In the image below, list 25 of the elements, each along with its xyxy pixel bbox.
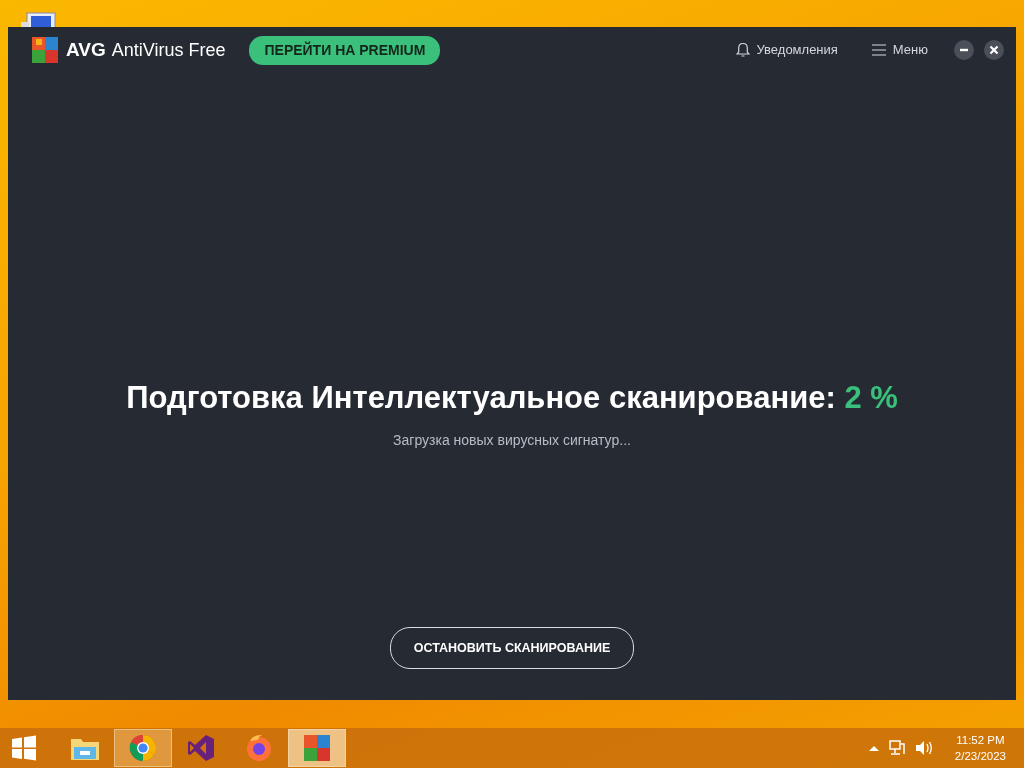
app-title: AntiVirus Free <box>111 38 226 62</box>
upgrade-button[interactable]: ПЕРЕЙТИ НА PREMIUM <box>249 35 441 65</box>
chrome-icon <box>128 733 158 763</box>
menu-button[interactable]: Меню <box>871 40 928 60</box>
infinity-icon <box>186 733 216 763</box>
scan-percent: 2 % <box>844 380 898 415</box>
logo-icon <box>302 733 332 763</box>
close-icon <box>989 45 999 55</box>
windows-logo-icon <box>11 735 37 761</box>
scan-status: Загрузка новых вирусных сигнатур... <box>393 430 631 450</box>
bell-icon <box>735 42 750 58</box>
stop-scan-button[interactable]: ОСТАНОВИТЬ СКАНИРОВАНИЕ <box>389 626 635 670</box>
notifications-button[interactable]: Уведомления <box>735 40 838 60</box>
menu-icon <box>871 44 886 56</box>
network-icon[interactable] <box>888 740 905 756</box>
close-button[interactable] <box>984 40 1004 60</box>
scan-title: Подготовка Интеллектуальное сканирование: <box>126 380 836 415</box>
logo-icon <box>30 35 60 65</box>
fox-icon <box>244 733 274 763</box>
tray-arrow-icon[interactable] <box>868 745 879 751</box>
taskbar-button[interactable] <box>288 729 346 767</box>
speaker-icon[interactable] <box>914 740 933 756</box>
minimize-button[interactable] <box>954 40 974 60</box>
taskbar-button[interactable] <box>114 729 172 767</box>
logo-text: AVG <box>66 37 106 62</box>
